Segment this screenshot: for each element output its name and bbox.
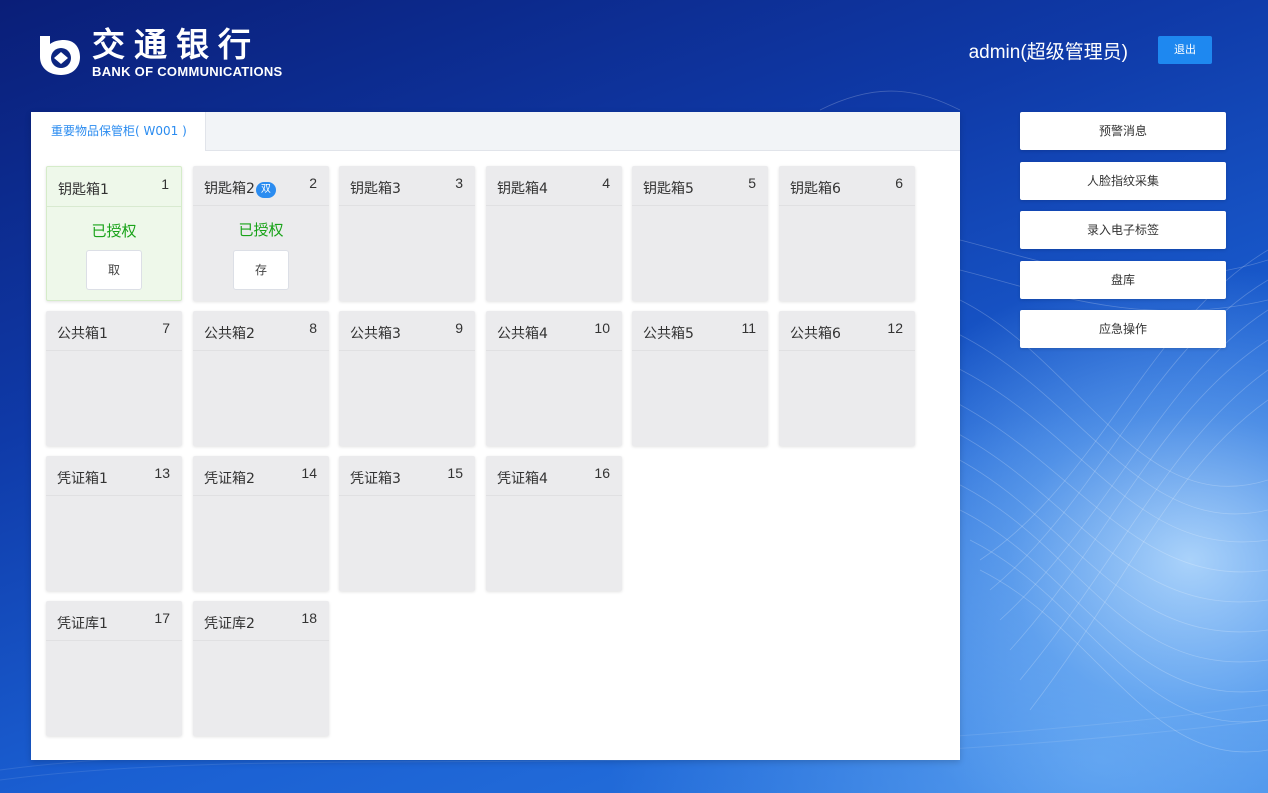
box-number: 10 <box>594 320 610 336</box>
box-header: 凭证库2 18 <box>193 601 329 641</box>
box-number: 17 <box>154 610 170 626</box>
box-name: 凭证箱4 <box>497 471 548 487</box>
box-number: 5 <box>748 175 756 191</box>
box-name: 公共箱1 <box>57 326 108 342</box>
box-header: 公共箱1 7 <box>46 311 182 351</box>
box-header: 凭证箱3 15 <box>339 456 475 496</box>
box-number: 9 <box>455 320 463 336</box>
box-header: 公共箱2 8 <box>193 311 329 351</box>
cabinet-panel: 重要物品保管柜( W001 ) 钥匙箱1 1 已授权取 钥匙箱2 双 2 已授权存 钥匙箱3 3… <box>31 112 960 760</box>
box-number: 13 <box>154 465 170 481</box>
box-header: 公共箱3 9 <box>339 311 475 351</box>
box-header: 凭证箱1 13 <box>46 456 182 496</box>
user-area: admin(超级管理员) 退出 <box>969 36 1212 64</box>
emergency-operation-button[interactable]: 应急操作 <box>1020 310 1226 348</box>
take-button[interactable]: 取 <box>86 250 142 290</box>
box-name: 凭证箱1 <box>57 471 108 487</box>
authorization-status: 已授权 <box>238 221 284 239</box>
bank-logo-icon <box>40 35 80 75</box>
box-number: 12 <box>887 320 903 336</box>
box-number: 4 <box>602 175 610 191</box>
storage-box[interactable]: 凭证箱1 13 <box>46 456 182 591</box>
box-name: 凭证库2 <box>204 616 255 632</box>
box-number: 18 <box>301 610 317 626</box>
storage-box[interactable]: 钥匙箱6 6 <box>779 166 915 301</box>
box-header: 凭证箱2 14 <box>193 456 329 496</box>
authorization-status: 已授权 <box>91 222 137 240</box>
box-header: 公共箱6 12 <box>779 311 915 351</box>
box-name: 钥匙箱5 <box>643 181 694 197</box>
storage-box[interactable]: 凭证库2 18 <box>193 601 329 736</box>
box-name: 凭证库1 <box>57 616 108 632</box>
bank-logo: 交通银行 BANK OF COMMUNICATIONS <box>34 28 283 79</box>
box-header: 钥匙箱4 4 <box>486 166 622 206</box>
box-name: 钥匙箱3 <box>350 181 401 197</box>
box-name: 凭证箱2 <box>204 471 255 487</box>
storage-box[interactable]: 公共箱2 8 <box>193 311 329 446</box>
box-header: 公共箱4 10 <box>486 311 622 351</box>
box-header: 公共箱5 11 <box>632 311 768 351</box>
storage-box[interactable]: 凭证箱3 15 <box>339 456 475 591</box>
box-name: 钥匙箱4 <box>497 181 548 197</box>
storage-box[interactable]: 凭证箱4 16 <box>486 456 622 591</box>
box-name: 公共箱2 <box>204 326 255 342</box>
box-header: 钥匙箱3 3 <box>339 166 475 206</box>
tab-cabinet-w001[interactable]: 重要物品保管柜( W001 ) <box>31 112 206 151</box>
logo-chinese-text: 交通银行 <box>92 25 260 64</box>
storage-box[interactable]: 钥匙箱2 双 2 已授权存 <box>193 166 329 301</box>
box-header: 钥匙箱6 6 <box>779 166 915 206</box>
box-number: 6 <box>895 175 903 191</box>
box-header: 钥匙箱2 双 2 <box>193 166 329 206</box>
box-number: 16 <box>594 465 610 481</box>
box-header: 钥匙箱5 5 <box>632 166 768 206</box>
logo-english-text: BANK OF COMMUNICATIONS <box>92 64 283 79</box>
box-name: 凭证箱3 <box>350 471 401 487</box>
box-name: 钥匙箱6 <box>790 181 841 197</box>
dual-badge: 双 <box>255 182 276 198</box>
box-number: 8 <box>309 320 317 336</box>
storage-box[interactable]: 凭证箱2 14 <box>193 456 329 591</box>
box-name: 钥匙箱2 双 <box>204 178 276 198</box>
storage-box[interactable]: 公共箱1 7 <box>46 311 182 446</box>
box-number: 7 <box>162 320 170 336</box>
store-button[interactable]: 存 <box>233 250 289 290</box>
warning-messages-button[interactable]: 预警消息 <box>1020 112 1226 150</box>
face-fingerprint-capture-button[interactable]: 人脸指纹采集 <box>1020 161 1226 200</box>
box-name: 公共箱3 <box>350 326 401 342</box>
storage-box[interactable]: 钥匙箱5 5 <box>632 166 768 301</box>
rfid-tag-entry-button[interactable]: 录入电子标签 <box>1020 211 1226 249</box>
box-name: 公共箱4 <box>497 326 548 342</box>
box-header: 凭证箱4 16 <box>486 456 622 496</box>
box-number: 2 <box>309 175 317 191</box>
storage-box[interactable]: 公共箱6 12 <box>779 311 915 446</box>
storage-box[interactable]: 钥匙箱1 1 已授权取 <box>46 166 182 301</box>
tab-bar: 重要物品保管柜( W001 ) <box>31 112 960 151</box>
inventory-button[interactable]: 盘库 <box>1020 260 1226 299</box>
storage-box[interactable]: 公共箱4 10 <box>486 311 622 446</box>
storage-box[interactable]: 钥匙箱3 3 <box>339 166 475 301</box>
box-number: 1 <box>161 176 169 192</box>
current-user: admin(超级管理员) <box>968 41 1128 63</box>
box-name: 公共箱6 <box>790 326 841 342</box>
storage-box[interactable]: 公共箱5 11 <box>632 311 768 446</box>
box-header: 凭证库1 17 <box>46 601 182 641</box>
logout-button[interactable]: 退出 <box>1158 36 1212 64</box>
storage-box[interactable]: 钥匙箱4 4 <box>486 166 622 301</box>
box-name: 钥匙箱1 <box>58 182 109 198</box>
box-name: 公共箱5 <box>643 326 694 342</box>
box-number: 15 <box>447 465 463 481</box>
storage-box[interactable]: 公共箱3 9 <box>339 311 475 446</box>
box-number: 11 <box>741 320 756 336</box>
storage-box[interactable]: 凭证库1 17 <box>46 601 182 736</box>
box-number: 14 <box>301 465 317 481</box>
box-header: 钥匙箱1 1 <box>47 167 181 207</box>
box-number: 3 <box>455 175 463 191</box>
